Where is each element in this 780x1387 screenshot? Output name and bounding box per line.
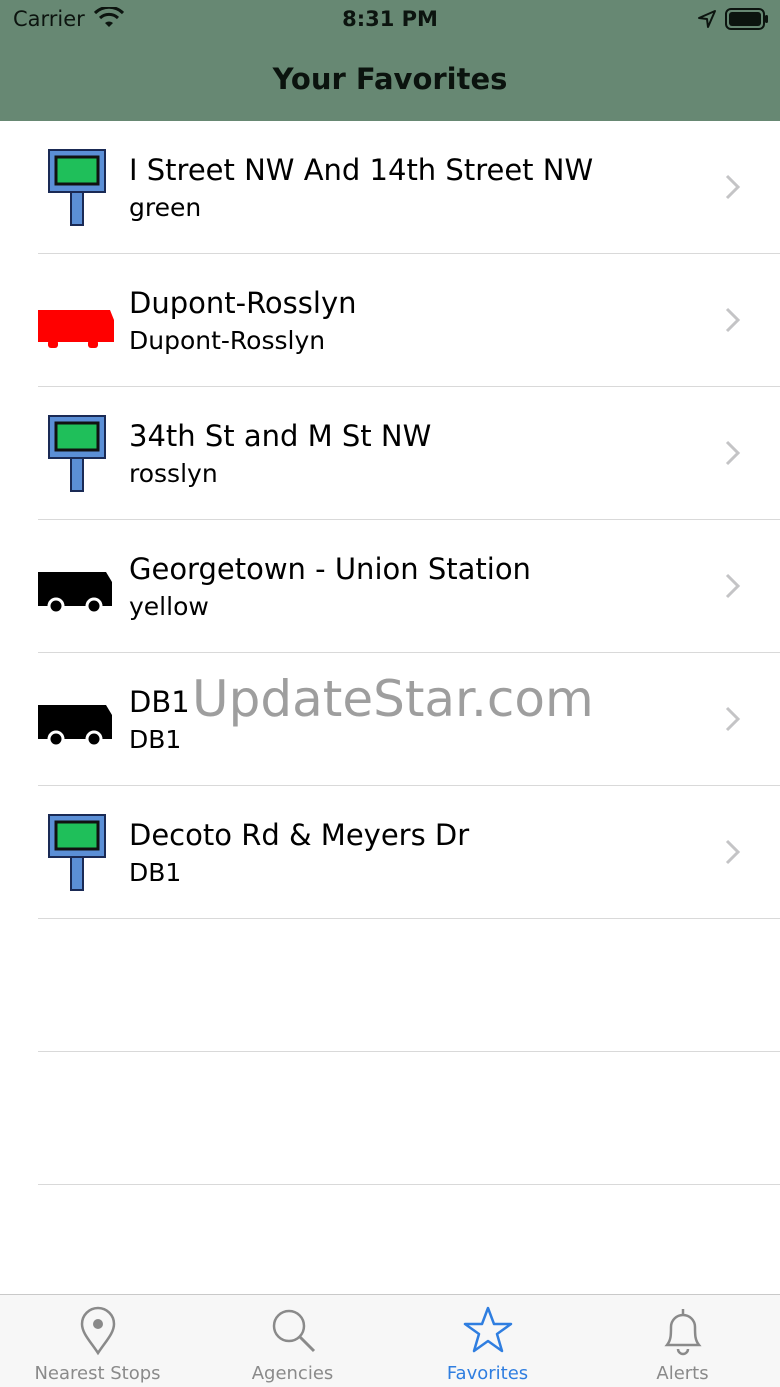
battery-icon xyxy=(725,8,768,30)
chevron-right-icon xyxy=(725,573,741,599)
favorite-title: 34th St and M St NW xyxy=(129,419,432,453)
stop-sign-icon xyxy=(48,415,106,492)
bell-icon xyxy=(664,1309,702,1356)
navigation-header: Carrier 8:31 PM Your Favorites xyxy=(0,0,780,121)
tab-agencies[interactable]: Agencies xyxy=(195,1295,390,1387)
tab-label: Alerts xyxy=(656,1363,709,1384)
favorite-row[interactable]: Decoto Rd & Meyers Dr DB1 xyxy=(38,786,780,919)
tab-label: Nearest Stops xyxy=(34,1363,161,1384)
chevron-right-icon xyxy=(725,307,741,333)
location-arrow-icon xyxy=(698,10,716,28)
bus-icon xyxy=(38,572,112,615)
favorite-title: DB1 xyxy=(129,685,190,719)
tab-alerts[interactable]: Alerts xyxy=(585,1295,780,1387)
favorite-title: Dupont-Rosslyn xyxy=(129,286,357,320)
favorite-row[interactable]: Dupont-Rosslyn Dupont-Rosslyn xyxy=(38,254,780,387)
search-icon xyxy=(272,1309,316,1353)
favorite-row[interactable]: I Street NW And 14th Street NW green xyxy=(38,121,780,254)
favorite-subtitle: rosslyn xyxy=(129,459,218,488)
chevron-right-icon xyxy=(725,706,741,732)
tab-bar: Nearest Stops Agencies Favorites Alerts xyxy=(0,1294,780,1387)
tab-label: Agencies xyxy=(251,1363,334,1384)
favorites-list: I Street NW And 14th Street NW green Dup… xyxy=(0,121,780,1185)
tab-label: Favorites xyxy=(446,1363,529,1384)
bus-icon xyxy=(38,310,114,348)
tab-favorites[interactable]: Favorites xyxy=(390,1295,585,1387)
star-icon xyxy=(463,1306,513,1353)
empty-row xyxy=(38,1052,780,1185)
stop-sign-icon xyxy=(48,149,106,226)
map-pin-icon xyxy=(80,1306,116,1356)
clock: 8:31 PM xyxy=(342,7,438,31)
favorite-row[interactable]: Georgetown - Union Station yellow xyxy=(38,520,780,653)
favorite-title: I Street NW And 14th Street NW xyxy=(129,153,594,187)
status-bar: Carrier 8:31 PM xyxy=(0,0,780,40)
chevron-right-icon xyxy=(725,440,741,466)
favorite-title: Decoto Rd & Meyers Dr xyxy=(129,818,470,852)
favorite-subtitle: yellow xyxy=(129,592,209,621)
favorite-subtitle: DB1 xyxy=(129,858,182,887)
bus-icon xyxy=(38,705,112,748)
page-title: Your Favorites xyxy=(272,62,508,96)
favorite-subtitle: green xyxy=(129,193,202,222)
favorite-row[interactable]: 34th St and M St NW rosslyn xyxy=(38,387,780,520)
favorite-subtitle: DB1 xyxy=(129,725,182,754)
favorite-subtitle: Dupont-Rosslyn xyxy=(129,326,326,355)
chevron-right-icon xyxy=(725,839,741,865)
chevron-right-icon xyxy=(725,174,741,200)
favorite-title: Georgetown - Union Station xyxy=(129,552,531,586)
watermark: UpdateStar.com xyxy=(192,670,594,728)
tab-nearest-stops[interactable]: Nearest Stops xyxy=(0,1295,195,1387)
empty-row xyxy=(38,919,780,1052)
stop-sign-icon xyxy=(48,814,106,891)
